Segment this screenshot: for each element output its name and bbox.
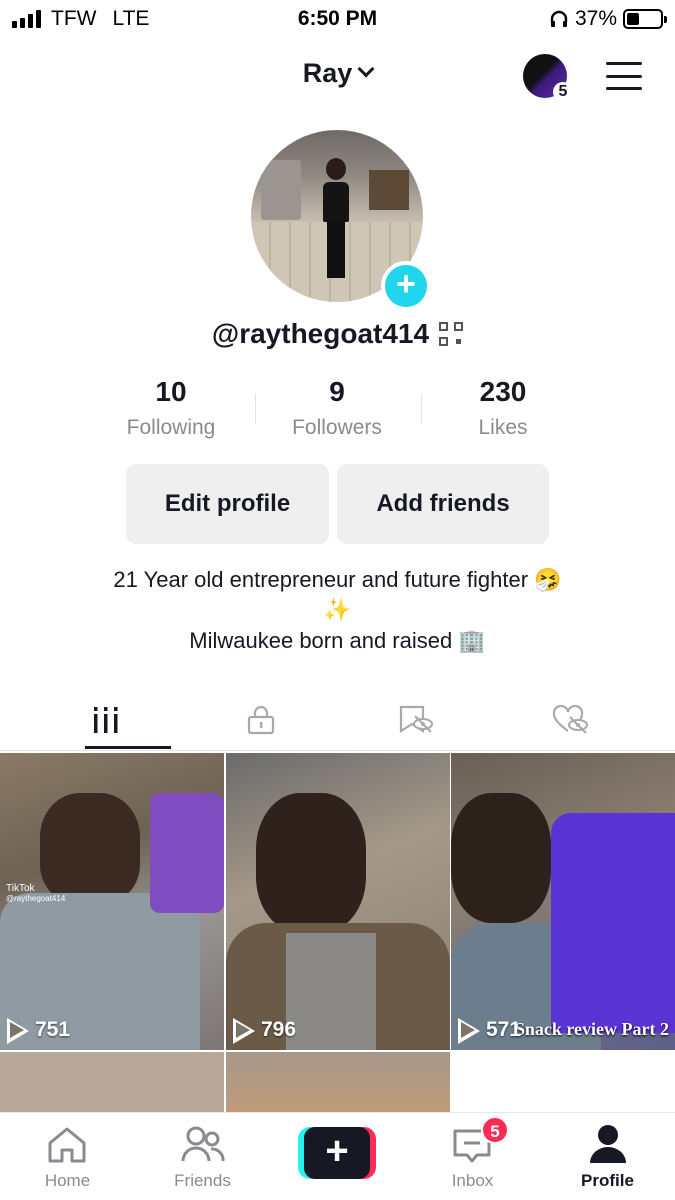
nav-profile[interactable]: Profile (540, 1113, 675, 1200)
home-icon (48, 1127, 86, 1163)
tab-liked[interactable] (487, 690, 655, 750)
divider (0, 750, 675, 751)
play-icon (458, 1018, 480, 1044)
liked-hidden-icon (552, 704, 588, 734)
nav-inbox[interactable]: Inbox (405, 1113, 540, 1200)
headphones-icon (550, 10, 568, 27)
battery-percent: 37% (574, 7, 617, 30)
nav-friends[interactable]: Friends (135, 1113, 270, 1200)
create-video-button[interactable]: + (298, 1127, 376, 1179)
story-avatar-button[interactable]: 5 (523, 54, 573, 102)
qr-code-icon[interactable] (439, 322, 464, 346)
play-icon (7, 1018, 29, 1044)
view-count: 571 (486, 1018, 522, 1041)
video-thumbnail[interactable]: TikTok @raythegoat414 751 (0, 753, 224, 1050)
video-thumbnail[interactable]: 796 (226, 753, 450, 1050)
friends-icon (181, 1126, 225, 1162)
stat-following[interactable]: 10 Following (88, 376, 254, 440)
divider (421, 394, 422, 424)
bio-line: ✨ (323, 597, 352, 622)
profile-tabs (0, 690, 675, 750)
play-icon (233, 1018, 255, 1044)
chevron-down-icon (357, 60, 375, 78)
video-thumbnail[interactable]: Snack review Part 2 571 (451, 753, 675, 1050)
profile-stats: 10 Following 9 Followers 230 Likes (0, 376, 675, 446)
battery-icon (623, 9, 667, 29)
saved-hidden-icon (399, 705, 433, 734)
menu-icon[interactable] (606, 62, 642, 90)
bio-line: Milwaukee born and raised 🏢 (189, 628, 486, 653)
video-caption: Snack review Part 2 (514, 1019, 669, 1039)
username-row: @raythegoat414 (0, 318, 675, 350)
videos-grid-icon (94, 707, 118, 733)
status-bar: TFW LTE 6:50 PM 37% (0, 0, 675, 38)
add-friends-button[interactable]: Add friends (337, 464, 549, 544)
bio-line: 21 Year old entrepreneur and future figh… (113, 567, 562, 592)
view-count: 796 (261, 1018, 297, 1041)
lock-icon (247, 705, 275, 735)
video-thumbnail[interactable] (226, 1052, 450, 1113)
plus-icon: + (304, 1127, 370, 1179)
story-count-badge: 5 (553, 82, 573, 102)
tab-videos[interactable] (22, 690, 190, 750)
divider (255, 394, 256, 424)
stat-likes[interactable]: 230 Likes (420, 376, 586, 440)
username: @raythegoat414 (211, 318, 430, 349)
tiktok-watermark: TikTok (6, 883, 35, 894)
stat-followers[interactable]: 9 Followers (254, 376, 420, 440)
profile-header: Ray (0, 52, 675, 102)
watermark-user: @raythegoat414 (6, 894, 66, 903)
edit-profile-button[interactable]: Edit profile (126, 464, 329, 544)
bottom-nav: Home Friends + Inbox 5 Profile (0, 1112, 675, 1200)
video-grid: TikTok @raythegoat414 751 796 Snack revie… (0, 753, 675, 1113)
profile-icon (590, 1125, 626, 1163)
tab-saved[interactable] (332, 690, 500, 750)
nav-home[interactable]: Home (0, 1113, 135, 1200)
inbox-badge: 5 (481, 1116, 509, 1144)
add-avatar-button[interactable]: + (381, 261, 431, 311)
account-name: Ray (302, 58, 353, 88)
video-thumbnail[interactable] (0, 1052, 224, 1113)
view-count: 751 (35, 1018, 71, 1041)
account-switcher[interactable]: Ray (0, 58, 675, 89)
tab-private[interactable] (177, 690, 345, 750)
